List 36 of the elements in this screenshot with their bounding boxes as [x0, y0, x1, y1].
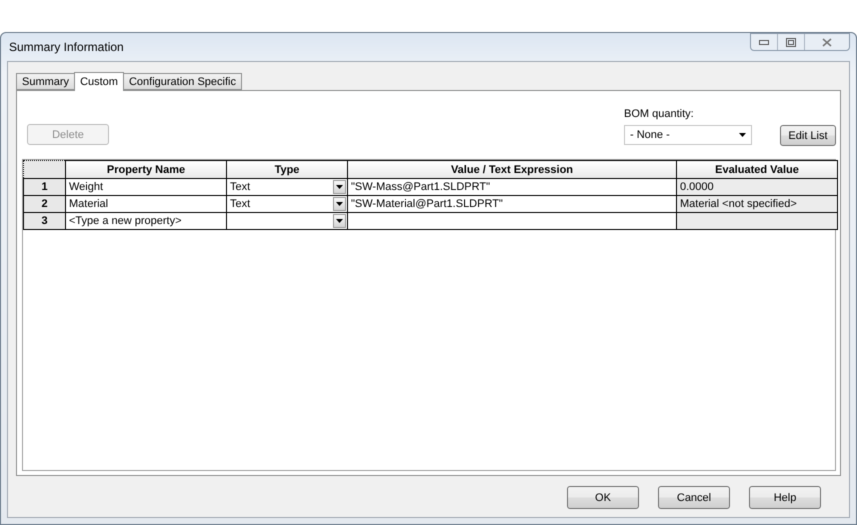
column-header: Property Name [66, 160, 226, 178]
edit-list-button[interactable]: Edit List [780, 125, 836, 146]
close-icon[interactable] [822, 38, 832, 46]
maximize-icon[interactable] [786, 38, 796, 46]
minimize-icon[interactable] [759, 40, 769, 44]
dialog-button[interactable]: Help [749, 486, 821, 509]
caret-icon [336, 185, 343, 189]
dialog-button[interactable]: OK [567, 486, 639, 509]
table-cell: Material <not specified> [676, 196, 838, 212]
table-cell: 0.0000 [676, 178, 838, 196]
corner-cell [24, 160, 66, 178]
row-number: 3 [24, 212, 66, 230]
caret-icon [336, 202, 343, 206]
column-header: Type [226, 160, 348, 178]
column-header: Evaluated Value [676, 160, 838, 178]
table-cell[interactable]: "SW-Material@Part1.SLDPRT" [348, 196, 676, 212]
bom-quantity-label: BOM quantity: [624, 108, 695, 120]
caret-icon [336, 219, 343, 223]
tab[interactable]: Custom [74, 72, 124, 91]
type-dropdown[interactable] [226, 212, 348, 230]
table-cell[interactable]: <Type a new property> [66, 212, 226, 230]
tab[interactable]: Configuration Specific [122, 73, 242, 90]
table-cell[interactable]: "SW-Mass@Part1.SLDPRT" [348, 178, 676, 196]
table-cell[interactable]: Material [66, 196, 226, 212]
table-cell[interactable] [348, 212, 676, 230]
caret-icon [739, 133, 746, 137]
row-number: 2 [24, 196, 66, 212]
column-header: Value / Text Expression [348, 160, 676, 178]
tab[interactable]: Summary [16, 73, 76, 90]
row-number: 1 [24, 178, 66, 196]
type-dropdown[interactable]: Text [226, 196, 348, 212]
dialog-button[interactable]: Cancel [658, 486, 730, 509]
bom-quantity-dropdown[interactable]: - None - [624, 125, 752, 145]
type-dropdown[interactable]: Text [226, 178, 348, 196]
window-title: Summary Information [8, 40, 124, 54]
table-cell[interactable]: Weight [66, 178, 226, 196]
